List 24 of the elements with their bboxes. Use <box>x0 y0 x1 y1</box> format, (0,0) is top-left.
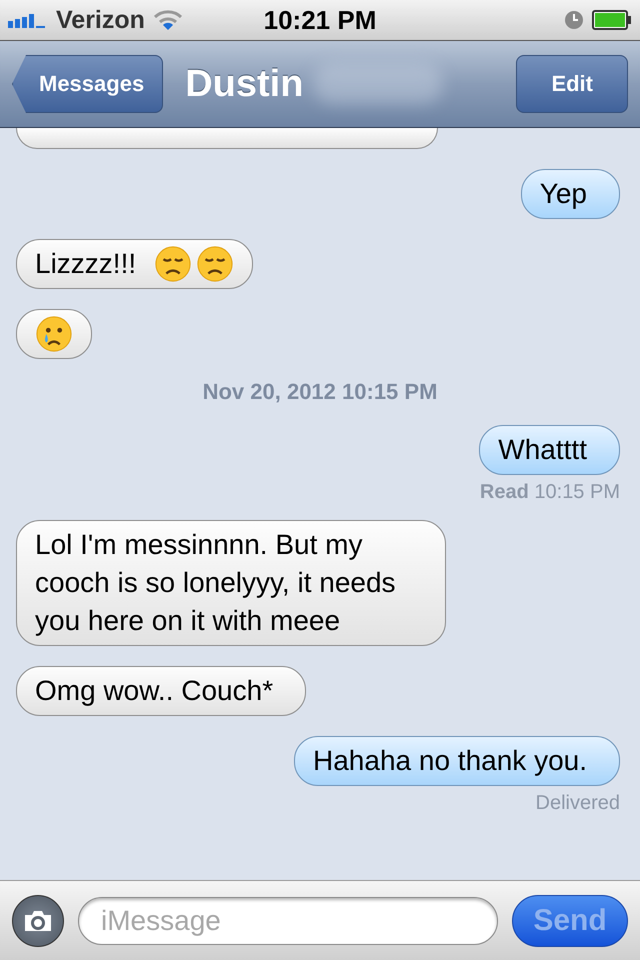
message-bubble: Whatttt <box>479 425 620 475</box>
timestamp: Nov 20, 2012 10:15 PM <box>202 379 438 405</box>
message-bubble: Yep <box>520 169 620 219</box>
clock-icon <box>564 10 584 30</box>
signal-icon <box>8 12 48 28</box>
message-bubble: Lizzzz!!! <box>16 239 254 289</box>
back-button[interactable]: Messages <box>12 55 164 113</box>
message-bubble: Hahaha no thank you. <box>294 736 620 786</box>
delivery-status: Read 10:15 PM <box>480 481 620 504</box>
contact-name: Dustin <box>185 62 304 106</box>
battery-icon <box>592 10 632 30</box>
edit-button[interactable]: Edit <box>516 55 628 113</box>
sad-face-icon <box>154 245 192 283</box>
carrier-name: Verizon <box>56 6 145 34</box>
message-bubble: Omg wow.. Couch* <box>16 666 306 716</box>
sad-face-icon <box>196 245 234 283</box>
message-bubble: Lol I'm messinnnn. But my cooch is so lonelyyy, it needs you here on it with meee <box>16 520 446 646</box>
wifi-icon <box>152 9 183 31</box>
camera-button[interactable] <box>12 894 64 946</box>
status-time: 10:21 PM <box>264 4 376 36</box>
camera-icon <box>23 908 53 932</box>
message-field[interactable]: iMessage <box>78 896 498 944</box>
crying-face-icon <box>35 315 73 353</box>
delivery-status: Delivered <box>536 792 620 815</box>
